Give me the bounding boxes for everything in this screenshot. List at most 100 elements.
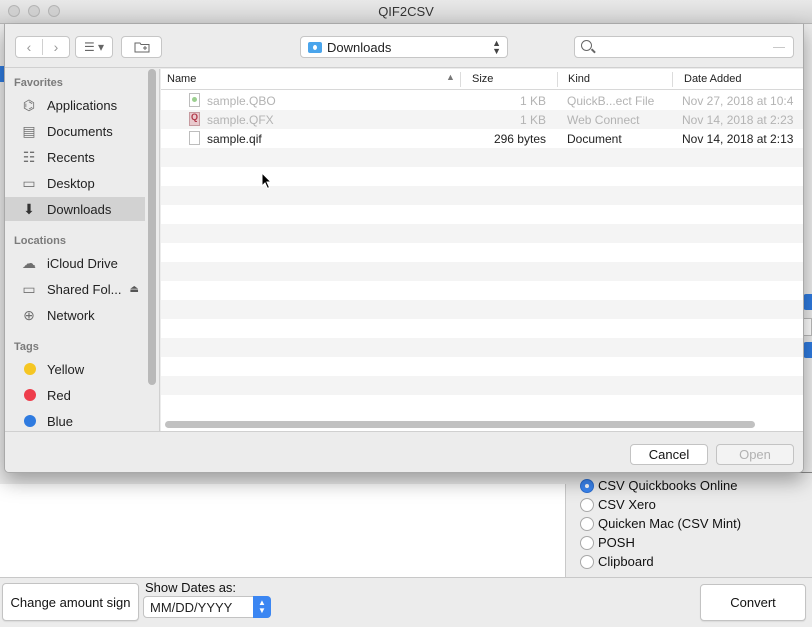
empty-row <box>161 338 803 357</box>
show-dates-label: Show Dates as: <box>145 580 237 595</box>
applications-icon: ⌬ <box>22 96 36 113</box>
file-name: sample.QFX <box>207 113 274 127</box>
empty-row <box>161 300 803 319</box>
sidebar-item-blue[interactable]: Blue <box>5 409 145 433</box>
sidebar-item-red[interactable]: Red <box>5 383 145 407</box>
radio-label: POSH <box>598 535 635 550</box>
empty-row <box>161 205 803 224</box>
app-edge-button[interactable] <box>803 342 812 358</box>
empty-row <box>161 395 803 414</box>
change-amount-sign-button[interactable]: Change amount sign <box>2 583 139 621</box>
file-kind: Web Connect <box>567 113 640 127</box>
convert-button[interactable]: Convert <box>700 584 806 621</box>
documents-icon: ▤ <box>22 122 36 139</box>
new-folder-button[interactable] <box>121 36 162 58</box>
file-date-added: Nov 14, 2018 at 2:13 <box>682 132 794 146</box>
radio-button[interactable] <box>580 478 594 493</box>
file-name: sample.qif <box>207 132 262 146</box>
location-label: Downloads <box>327 39 392 55</box>
downloads-icon: ⬇ <box>23 200 35 217</box>
radio-label: CSV Quickbooks Online <box>598 478 738 493</box>
open-button[interactable]: Open <box>716 444 794 465</box>
tag-color-icon <box>24 415 36 427</box>
display-icon: ▭ <box>22 280 36 297</box>
sidebar-item-label: Shared Fol... <box>47 281 122 297</box>
cancel-button[interactable]: Cancel <box>630 444 708 465</box>
sidebar-item-label: Downloads <box>47 201 112 217</box>
sort-up-icon: ▲ <box>446 72 455 82</box>
radio-button[interactable] <box>580 516 594 531</box>
chevron-updown-icon: ▲ ▼ <box>253 596 271 618</box>
sidebar-header-favorites: Favorites <box>14 77 63 89</box>
sidebar-item-label: Red <box>47 387 71 403</box>
column-name-header[interactable]: Name <box>167 73 196 85</box>
globe-icon: ⊕ <box>23 306 35 323</box>
sidebar-item-shared-fol[interactable]: ▭ Shared Fol... ⏏ <box>5 277 145 301</box>
sidebar-item-downloads[interactable]: ⬇ Downloads <box>5 197 145 221</box>
file-name: sample.QBO <box>207 94 276 108</box>
chevron-updown-icon: ▲ ▼ <box>492 38 501 56</box>
search-input[interactable] <box>574 36 794 58</box>
empty-row <box>161 167 803 186</box>
file-size: 296 bytes <box>493 132 546 146</box>
location-popup[interactable]: Downloads ▲ ▼ <box>300 36 508 58</box>
empty-row <box>161 281 803 300</box>
sidebar-item-label: Network <box>47 307 95 323</box>
sidebar-item-icloud-drive[interactable]: ☁ iCloud Drive <box>5 251 145 275</box>
view-options-button[interactable]: ☰ ▾ <box>75 36 113 58</box>
sidebar-item-label: Applications <box>47 97 118 113</box>
dialog-footer: Cancel Open <box>5 431 803 472</box>
output-option-0[interactable]: CSV Quickbooks Online <box>580 476 741 495</box>
radio-label: Quicken Mac (CSV Mint) <box>598 516 742 531</box>
horizontal-scrollbar[interactable] <box>165 421 755 428</box>
radio-button[interactable] <box>580 535 594 550</box>
column-kind-header[interactable]: Kind <box>568 73 590 85</box>
radio-button[interactable] <box>580 554 594 569</box>
chevron-left-icon[interactable]: ‹ <box>16 39 43 55</box>
app-title: QIF2CSV <box>378 4 434 19</box>
eject-icon[interactable]: ⏏ <box>130 284 139 295</box>
cloud-icon: ☁ <box>22 254 36 271</box>
empty-row <box>161 319 803 338</box>
file-row[interactable]: sample.qif 296 bytes Document Nov 14, 2018 … <box>161 129 803 148</box>
column-date-header[interactable]: Date Added <box>684 73 742 85</box>
dialog-sidebar: Favorites Locations Tags ⌬ Applications ▤ D… <box>5 69 160 431</box>
empty-row <box>161 148 803 167</box>
file-size: 1 KB <box>519 94 546 108</box>
tag-color-icon <box>24 389 36 401</box>
sidebar-item-network[interactable]: ⊕ Network <box>5 303 145 327</box>
sidebar-scrollbar[interactable] <box>148 69 156 385</box>
date-format-value: MM/DD/YYYY <box>150 599 233 615</box>
output-option-1[interactable]: CSV Xero <box>580 495 741 514</box>
date-format-select[interactable]: MM/DD/YYYY ▲ ▼ <box>143 596 271 618</box>
search-icon <box>581 40 592 51</box>
sidebar-item-yellow[interactable]: Yellow <box>5 357 145 381</box>
tag-color-icon <box>24 363 36 375</box>
sidebar-item-recents[interactable]: ☷ Recents <box>5 145 145 169</box>
radio-button[interactable] <box>580 497 594 512</box>
file-row[interactable]: sample.QBO 1 KB QuickB...ect File Nov 27, 2… <box>161 91 803 110</box>
file-date-added: Nov 14, 2018 at 2:23 <box>682 113 794 127</box>
column-size-header[interactable]: Size <box>472 73 493 85</box>
search-clear-line <box>773 47 785 48</box>
chevron-right-icon[interactable]: › <box>43 39 69 55</box>
sidebar-item-desktop[interactable]: ▭ Desktop <box>5 171 145 195</box>
sidebar-item-label: Yellow <box>47 361 85 377</box>
file-row[interactable]: sample.QFX 1 KB Web Connect Nov 14, 2018 at… <box>161 110 803 129</box>
output-option-3[interactable]: POSH <box>580 533 741 552</box>
desktop-icon: ▭ <box>22 174 36 191</box>
output-option-2[interactable]: Quicken Mac (CSV Mint) <box>580 514 741 533</box>
sidebar-item-label: Documents <box>47 123 113 139</box>
app-edge-field[interactable] <box>803 318 812 336</box>
app-titlebar: QIF2CSV <box>0 0 812 24</box>
app-edge-button[interactable] <box>803 294 812 310</box>
file-size: 1 KB <box>519 113 546 127</box>
output-option-4[interactable]: Clipboard <box>580 552 741 571</box>
sidebar-item-label: iCloud Drive <box>47 255 118 271</box>
sidebar-item-documents[interactable]: ▤ Documents <box>5 119 145 143</box>
downloads-folder-icon <box>308 41 322 53</box>
file-list: Name ▲ Size Kind Date Added sample.QBO 1 … <box>161 69 803 431</box>
sidebar-item-applications[interactable]: ⌬ Applications <box>5 93 145 117</box>
mouse-pointer-icon <box>261 172 273 190</box>
file-kind: Document <box>567 132 622 146</box>
